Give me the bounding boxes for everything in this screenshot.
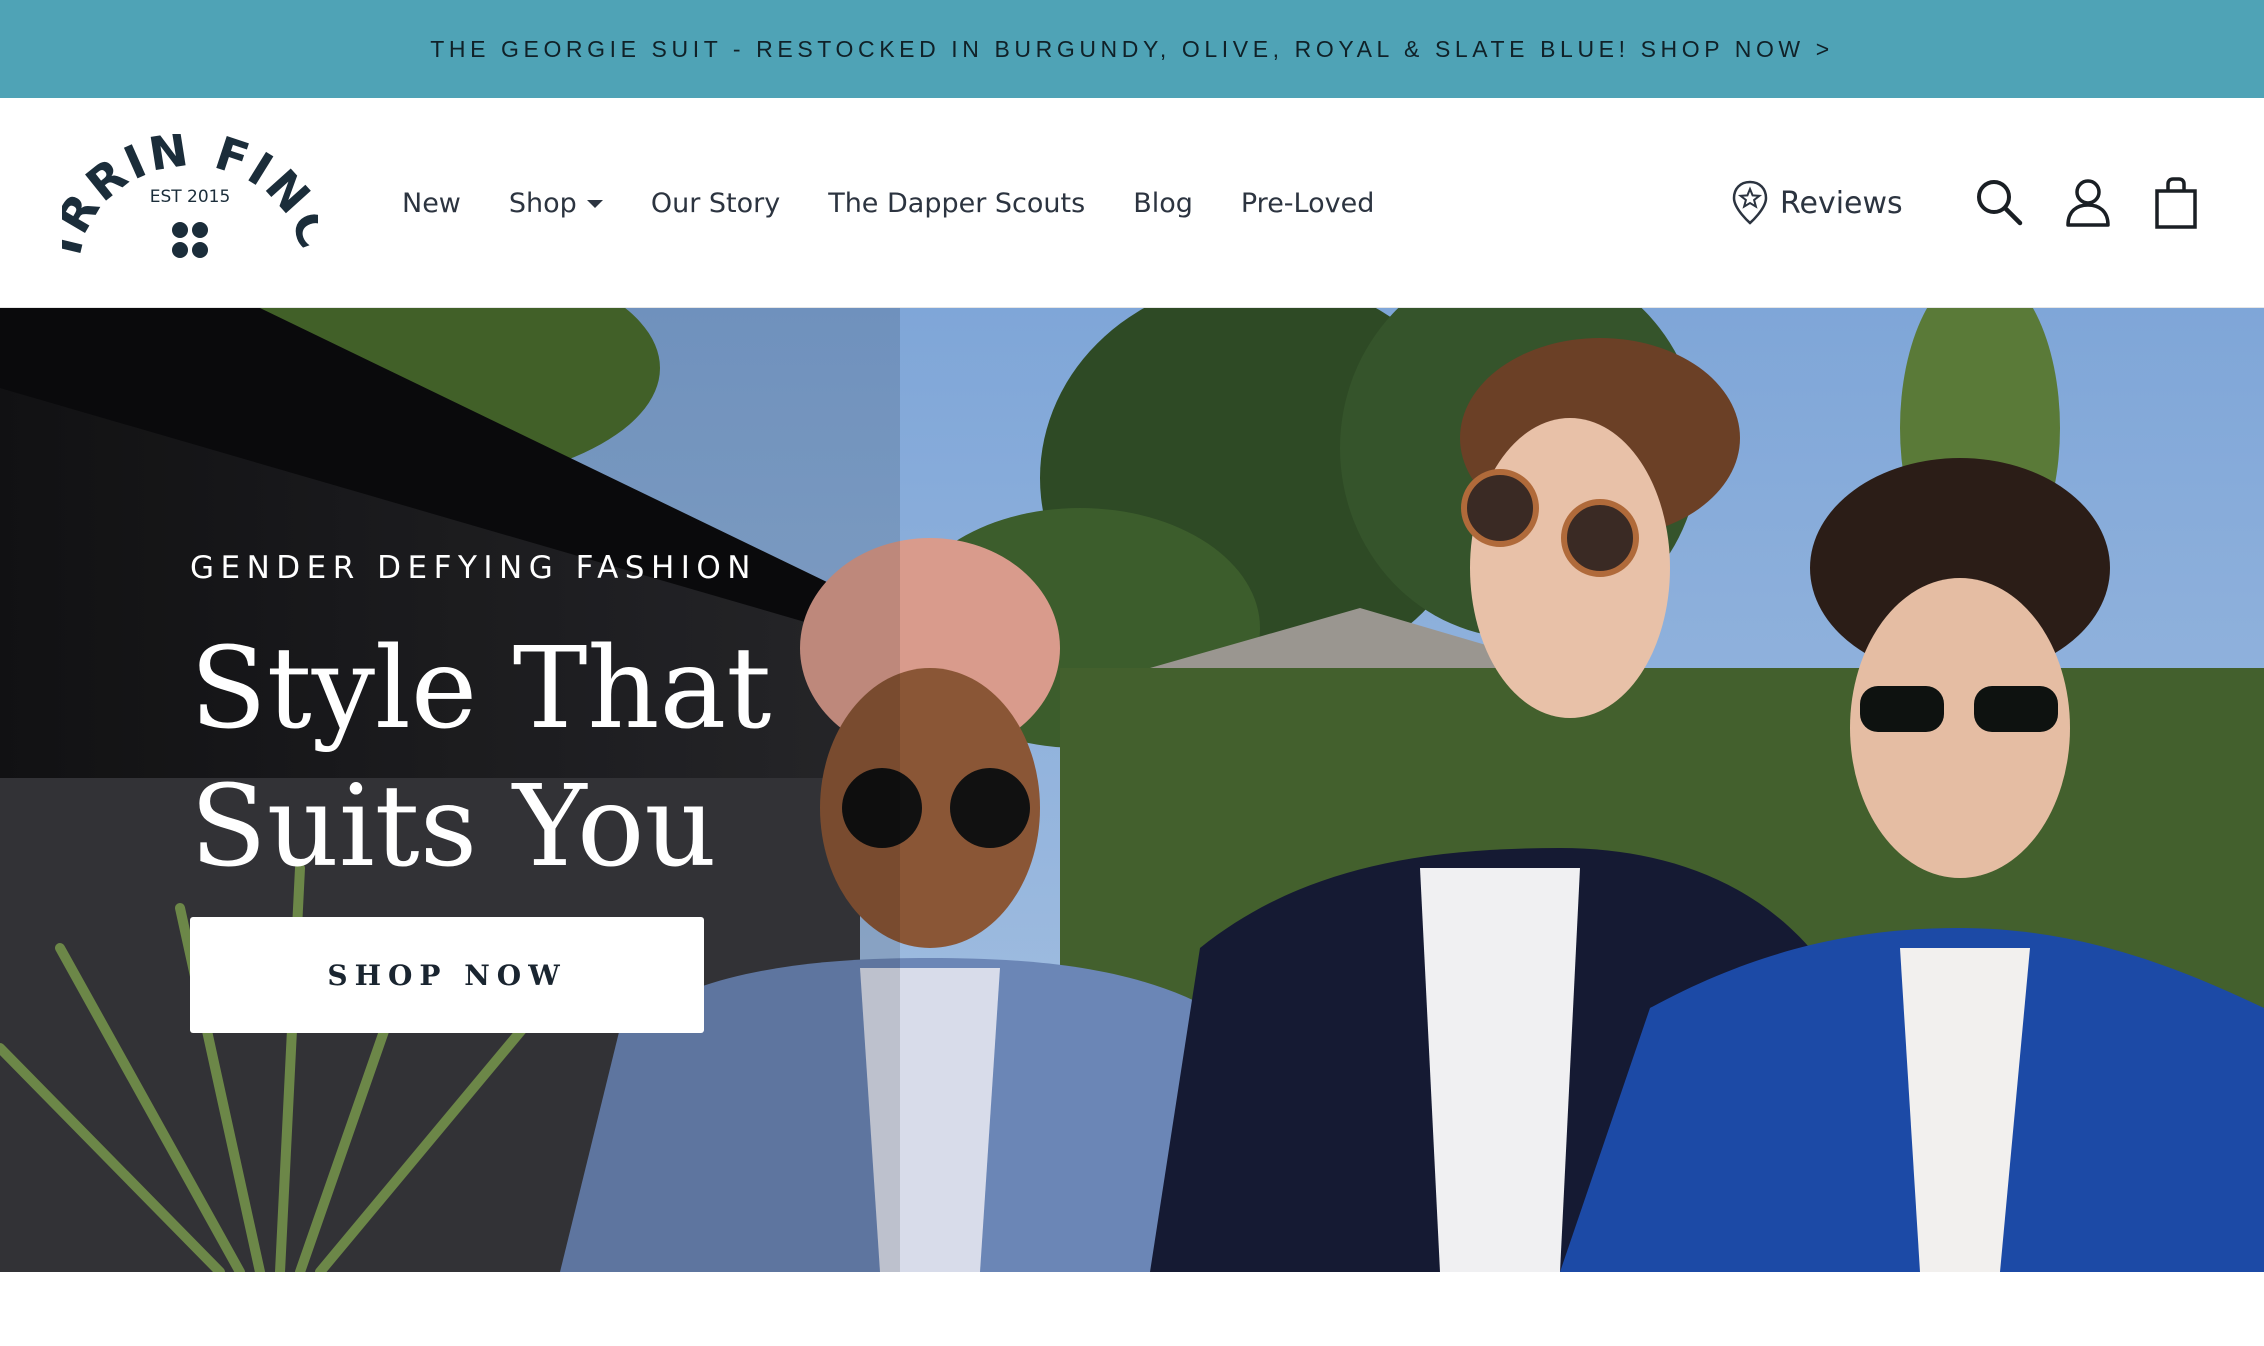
cart-icon: [2155, 177, 2197, 229]
nav-item-dapper-scouts[interactable]: The Dapper Scouts: [828, 188, 1085, 219]
nav-item-blog[interactable]: Blog: [1133, 188, 1193, 219]
hero-headline-line1: Style That: [190, 624, 772, 754]
account-button[interactable]: [2060, 175, 2116, 231]
hero-headline: Style That Suits You: [190, 620, 990, 896]
reviews-label: Reviews: [1780, 185, 1903, 221]
site-header: KIRRIN FINCH EST 2015 New Shop Our Story…: [0, 98, 2264, 308]
nav-item-label: The Dapper Scouts: [828, 187, 1086, 219]
shop-now-button[interactable]: SHOP NOW: [190, 917, 704, 1033]
announcement-link[interactable]: THE GEORGIE SUIT - RESTOCKED IN BURGUNDY…: [430, 36, 1834, 63]
nav-item-new[interactable]: New: [402, 188, 461, 219]
account-icon: [2066, 179, 2110, 227]
hero-headline-line2: Suits You: [190, 762, 717, 892]
announcement-bar: THE GEORGIE SUIT - RESTOCKED IN BURGUNDY…: [0, 0, 2264, 98]
nav-item-pre-loved[interactable]: Pre-Loved: [1241, 188, 1374, 219]
nav-item-our-story[interactable]: Our Story: [651, 188, 780, 219]
main-nav: New Shop Our Story The Dapper Scouts Blo…: [402, 98, 1422, 308]
nav-item-label: New: [402, 187, 461, 219]
cart-button[interactable]: [2148, 175, 2204, 231]
nav-item-shop[interactable]: Shop: [509, 188, 603, 219]
svg-text:EST 2015: EST 2015: [150, 187, 231, 207]
reviews-link[interactable]: Reviews: [1730, 98, 1903, 308]
search-button[interactable]: [1972, 175, 2028, 231]
brand-logo[interactable]: KIRRIN FINCH EST 2015: [62, 134, 318, 272]
search-icon: [1977, 180, 2023, 226]
reviews-badge-icon: [1732, 180, 1768, 225]
nav-item-label: Blog: [1133, 187, 1193, 219]
nav-item-label: Pre-Loved: [1240, 187, 1375, 219]
hero-eyebrow: GENDER DEFYING FASHION: [190, 550, 757, 586]
nav-item-label: Our Story: [650, 187, 781, 219]
hero-banner: GENDER DEFYING FASHION Style That Suits …: [0, 308, 2264, 1272]
caret-down-icon: [586, 200, 603, 208]
kirrin-finch-logo-icon: KIRRIN FINCH EST 2015: [62, 134, 318, 260]
nav-item-label: Shop: [508, 187, 577, 219]
